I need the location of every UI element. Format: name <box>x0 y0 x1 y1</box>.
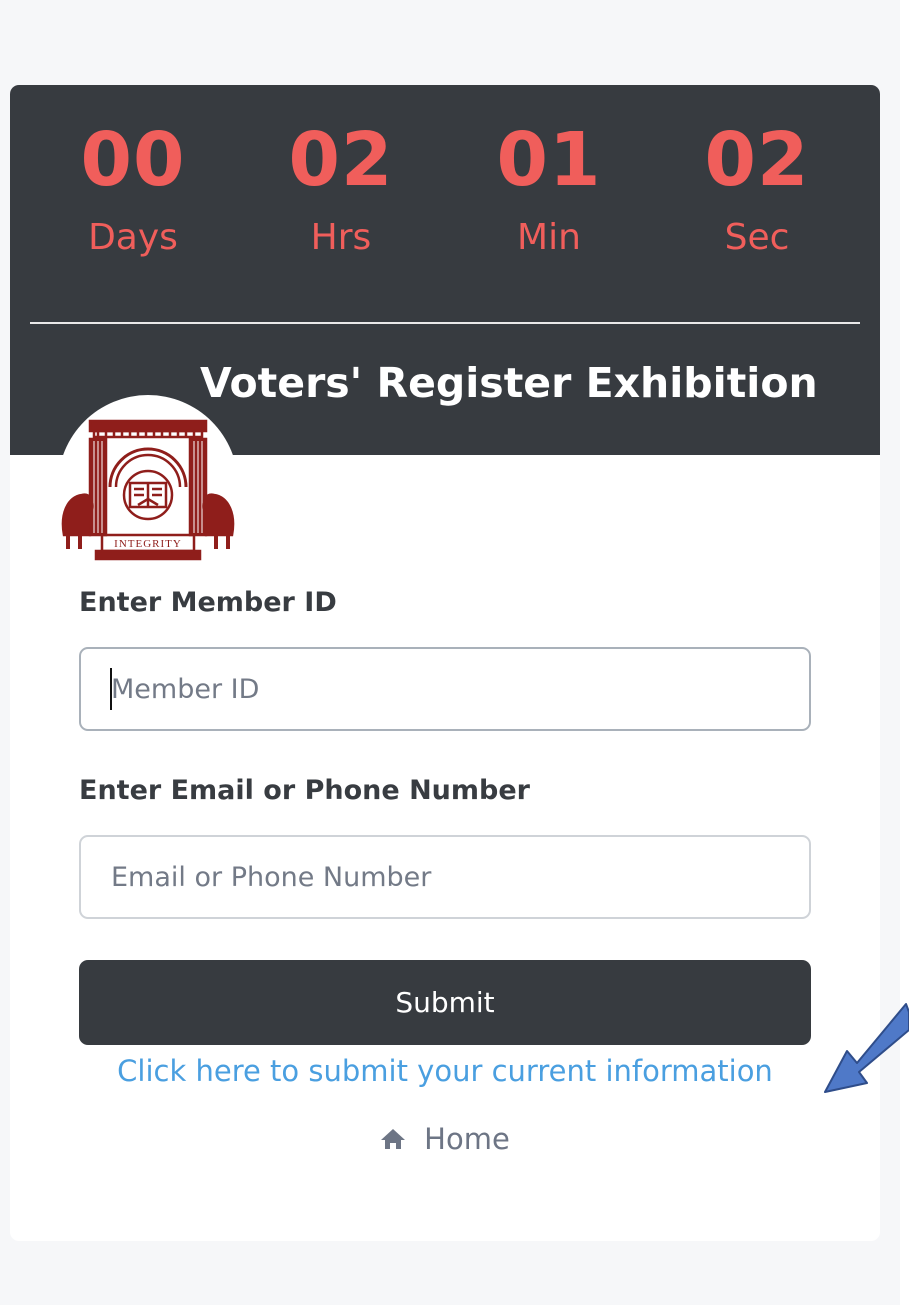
institution-crest-icon: INTEGRITY <box>61 419 235 561</box>
countdown-timer: 00 Days 02 Hrs 01 Min 02 Sec <box>10 85 880 315</box>
countdown-seconds-label: Sec <box>724 217 790 258</box>
pointer-arrow-icon <box>824 1003 909 1093</box>
countdown-seconds: 02 Sec <box>677 115 837 261</box>
home-icon <box>381 1129 406 1149</box>
countdown-days-label: Days <box>88 217 178 258</box>
home-link[interactable]: Home <box>79 1119 811 1159</box>
countdown-days: 00 Days <box>53 115 213 261</box>
member-id-field-wrap <box>79 647 811 731</box>
countdown-hours-label: Hrs <box>310 217 372 258</box>
login-card: 00 Days 02 Hrs 01 Min 02 Sec Voters' Reg… <box>10 85 880 1241</box>
logo-badge: INTEGRITY <box>58 395 238 575</box>
submit-current-info-link[interactable]: Click here to submit your current inform… <box>79 1051 811 1091</box>
countdown-seconds-value: 02 <box>704 117 810 203</box>
submit-button[interactable]: Submit <box>79 960 811 1045</box>
contact-label: Enter Email or Phone Number <box>79 775 530 806</box>
countdown-days-value: 00 <box>80 117 186 203</box>
member-id-input[interactable] <box>79 647 811 731</box>
countdown-minutes-value: 01 <box>496 117 602 203</box>
countdown-hours-value: 02 <box>288 117 394 203</box>
text-cursor <box>110 668 112 710</box>
email-or-phone-input[interactable] <box>79 835 811 919</box>
countdown-hours: 02 Hrs <box>261 115 421 261</box>
page-title: Voters' Register Exhibition <box>200 359 818 407</box>
logo-motto: INTEGRITY <box>114 538 182 550</box>
countdown-minutes: 01 Min <box>469 115 629 261</box>
home-link-label: Home <box>424 1122 510 1156</box>
member-id-label: Enter Member ID <box>79 587 337 618</box>
header-divider <box>30 322 860 324</box>
countdown-minutes-label: Min <box>517 217 581 258</box>
